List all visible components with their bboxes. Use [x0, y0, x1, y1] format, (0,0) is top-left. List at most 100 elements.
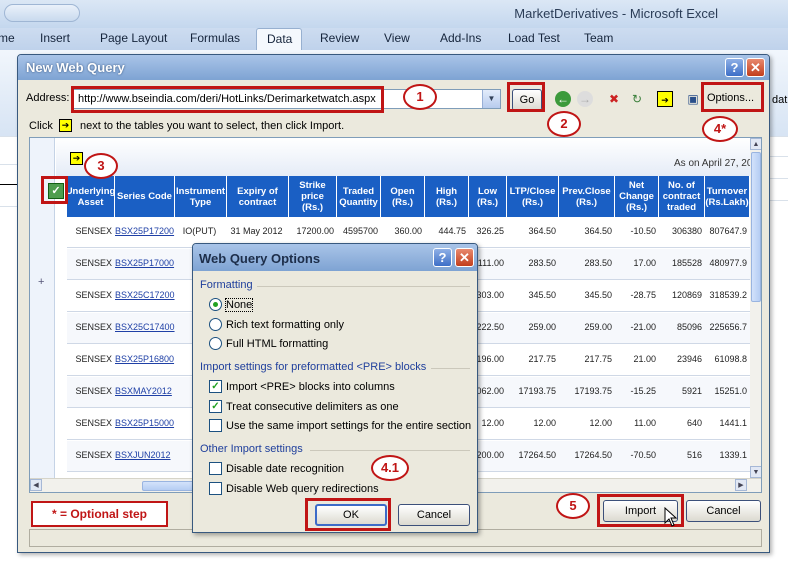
table-cell: 259.00	[528, 322, 556, 332]
forward-icon[interactable]: →	[577, 91, 593, 107]
close-icon[interactable]: ✕	[746, 58, 765, 77]
scroll-left-icon[interactable]: ◀	[30, 479, 42, 491]
radio-none[interactable]	[209, 298, 222, 311]
save-query-icon[interactable]: ▣	[685, 91, 701, 107]
expand-icon[interactable]: +	[38, 276, 44, 288]
scroll-up-icon[interactable]: ▲	[750, 138, 761, 150]
table-cell: 185528	[671, 258, 702, 268]
cancel-button[interactable]: Cancel	[686, 500, 761, 522]
table-cell: 1441.1	[719, 418, 747, 428]
checkbox-disable-date[interactable]	[209, 462, 222, 475]
table-cell: 12.00	[533, 418, 556, 428]
tab-insert[interactable]: Insert	[40, 31, 70, 45]
radio-full-html-label: Full HTML formatting	[226, 338, 329, 350]
table-cell: 23946	[676, 354, 702, 364]
table-cell: -28.75	[630, 290, 656, 300]
web-query-options-dialog: Web Query Options ? ✕ Formatting None Ri…	[192, 243, 478, 533]
scroll-down-icon[interactable]: ▼	[750, 466, 761, 478]
step-4-1-marker: 4.1	[371, 455, 409, 481]
go-highlight	[507, 82, 545, 112]
scroll-right-icon[interactable]: ▶	[735, 479, 747, 491]
table-cell: 640	[686, 418, 702, 428]
column-header: High (Rs.)	[425, 176, 469, 217]
table-cell: 120869	[671, 290, 702, 300]
chevron-down-icon[interactable]: ▼	[482, 90, 500, 108]
series-code-link[interactable]: BSXMAY2012	[115, 386, 172, 396]
table-cell: 4595700	[342, 226, 378, 236]
checkbox-disable-redirect[interactable]	[209, 482, 222, 495]
table-cell: 17264.50	[574, 450, 612, 460]
dialog-title: New Web Query	[26, 60, 125, 75]
radio-none-label: None	[224, 298, 254, 312]
series-code-link[interactable]: BSX25P17200	[115, 226, 174, 236]
tab-team[interactable]: Team	[584, 31, 613, 45]
table-cell: 17193.75	[574, 386, 612, 396]
table-cell: 516	[686, 450, 702, 460]
table-cell: SENSEX	[75, 386, 112, 396]
step-4-marker: 4*	[702, 116, 738, 142]
select-page-arrow-icon[interactable]: ➔	[70, 152, 83, 165]
tab-data-label: Data	[267, 32, 293, 46]
close-icon[interactable]: ✕	[455, 248, 474, 267]
table-cell: IO(PUT)	[182, 226, 217, 236]
tab-home[interactable]: me	[0, 31, 15, 45]
table-cell: SENSEX	[75, 322, 112, 332]
tab-formulas[interactable]: Formulas	[190, 31, 240, 45]
tab-load-test[interactable]: Load Test	[508, 31, 560, 45]
table-cell: 61098.8	[714, 354, 747, 364]
checkbox-same-settings[interactable]	[209, 419, 222, 432]
quick-access-toolbar[interactable]	[4, 4, 80, 22]
address-label: Address:	[26, 92, 70, 104]
tab-view[interactable]: View	[384, 31, 410, 45]
table-cell: -10.50	[630, 226, 656, 236]
column-header: LTP/Close (Rs.)	[507, 176, 559, 217]
back-icon[interactable]: ←	[555, 91, 571, 107]
radio-rich-text[interactable]	[209, 318, 222, 331]
table-cell: 345.50	[584, 290, 612, 300]
refresh-icon[interactable]: ↻	[629, 91, 645, 107]
checkbox-disable-redirect-label: Disable Web query redirections	[226, 483, 379, 495]
help-icon[interactable]: ?	[433, 248, 452, 267]
column-header: Expiry of contract	[227, 176, 289, 217]
table-select-highlight	[41, 176, 68, 204]
help-icon[interactable]: ?	[725, 58, 744, 77]
series-code-link[interactable]: BSX25P15000	[115, 418, 174, 428]
table-cell: 364.50	[528, 226, 556, 236]
tab-page-layout[interactable]: Page Layout	[100, 31, 167, 45]
series-code-link[interactable]: BSX25C17200	[115, 290, 175, 300]
instruction-text: Click	[29, 120, 53, 132]
vertical-scrollbar[interactable]: ▲ ▼	[750, 138, 761, 478]
options-cancel-button[interactable]: Cancel	[398, 504, 470, 526]
table-cell: -21.00	[630, 322, 656, 332]
series-code-link[interactable]: BSX25P16800	[115, 354, 174, 364]
series-code-link[interactable]: BSX25P17000	[115, 258, 174, 268]
column-header: Low (Rs.)	[469, 176, 507, 217]
table-cell: 217.75	[584, 354, 612, 364]
column-header: Net Change (Rs.)	[615, 176, 659, 217]
formatting-section-label: Formatting	[200, 279, 253, 291]
table-cell: SENSEX	[75, 354, 112, 364]
column-header: Strike price (Rs.)	[289, 176, 337, 217]
hide-icons-icon[interactable]: ➔	[657, 91, 673, 107]
table-cell: 326.25	[476, 226, 504, 236]
table-cell: 31 May 2012	[230, 226, 283, 236]
radio-full-html[interactable]	[209, 337, 222, 350]
series-code-link[interactable]: BSX25C17400	[115, 322, 175, 332]
table-cell: 217.75	[528, 354, 556, 364]
table-cell: 12.00	[589, 418, 612, 428]
tab-review[interactable]: Review	[320, 31, 359, 45]
tab-add-ins[interactable]: Add-Ins	[440, 31, 481, 45]
mouse-cursor-icon	[664, 507, 678, 527]
tab-data[interactable]: Data	[256, 28, 302, 50]
checkbox-import-pre[interactable]: ✓	[209, 380, 222, 393]
stop-icon[interactable]: ✖	[606, 91, 622, 107]
series-code-link[interactable]: BSXJUN2012	[115, 450, 172, 460]
table-header: Underlying Asset Series Code Instrument Ty…	[66, 176, 750, 217]
checkbox-consecutive-delimiters[interactable]: ✓	[209, 400, 222, 413]
column-header: No. of contract traded	[659, 176, 705, 217]
checkbox-same-settings-label: Use the same import settings for the ent…	[226, 420, 472, 432]
table-cell: SENSEX	[75, 226, 112, 236]
vertical-scroll-thumb[interactable]	[751, 152, 761, 302]
table-cell: 17193.75	[518, 386, 556, 396]
table-cell: 11.00	[634, 418, 656, 428]
